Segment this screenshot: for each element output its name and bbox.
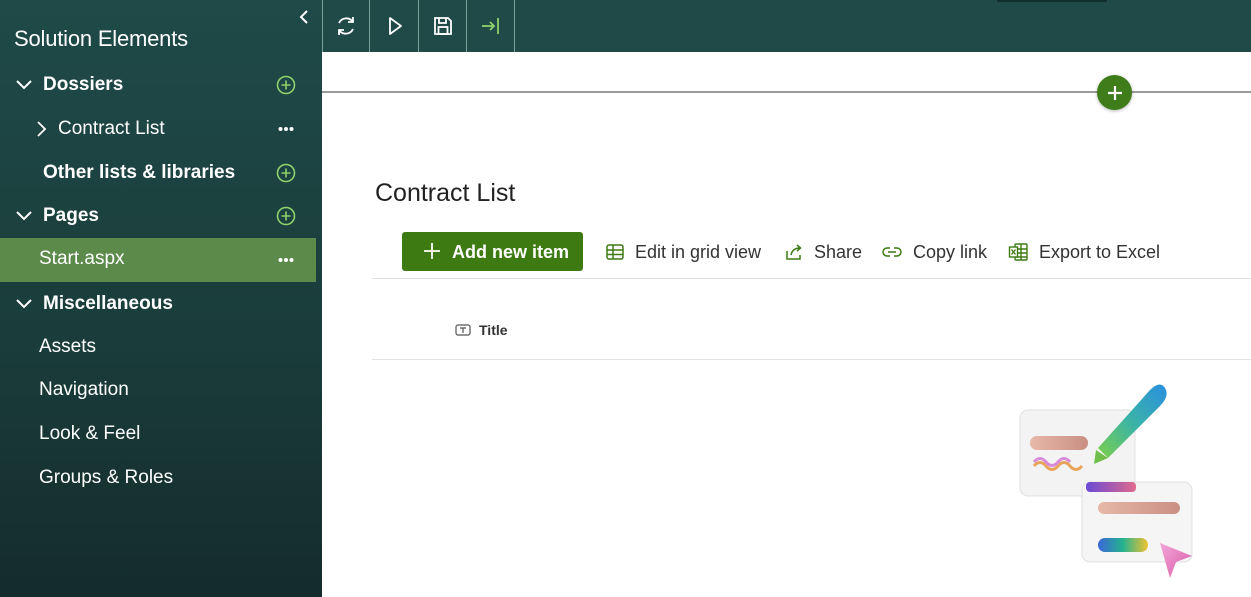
- refresh-button[interactable]: [322, 0, 370, 52]
- export-excel-button[interactable]: Export to Excel: [1008, 240, 1160, 264]
- add-dossier-button[interactable]: [274, 73, 298, 97]
- sidebar-group-other-lists[interactable]: Other lists & libraries: [0, 153, 316, 193]
- sidebar-item-label: Other lists & libraries: [43, 162, 236, 183]
- more-icon: [278, 258, 294, 262]
- sidebar-group-pages[interactable]: Pages: [0, 196, 316, 236]
- sidebar-item-navigation[interactable]: Navigation: [0, 370, 316, 410]
- sidebar-item-label: Dossiers: [43, 74, 124, 95]
- exit-icon: [481, 18, 499, 34]
- add-list-button[interactable]: [274, 161, 298, 185]
- chevron-down-icon[interactable]: [14, 294, 34, 314]
- preview-button[interactable]: [371, 0, 419, 52]
- collapse-sidebar-button[interactable]: [294, 6, 314, 28]
- add-circle-icon: [276, 206, 296, 226]
- sidebar-item-label: Miscellaneous: [43, 293, 173, 314]
- sidebar-title: Solution Elements: [14, 26, 188, 51]
- edit-grid-view-label: Edit in grid view: [635, 241, 762, 262]
- sidebar: Solution Elements Dossiers Contract List…: [0, 0, 322, 597]
- column-header-label: Title: [479, 322, 508, 338]
- refresh-icon: [338, 17, 354, 35]
- more-icon: [278, 127, 294, 131]
- share-button[interactable]: Share: [784, 240, 862, 264]
- command-bar-divider: [372, 278, 1251, 279]
- copy-link-button[interactable]: Copy link: [881, 240, 987, 264]
- add-new-item-button[interactable]: Add new item: [402, 232, 583, 271]
- sidebar-group-dossiers[interactable]: Dossiers: [0, 65, 316, 105]
- sidebar-item-start-aspx[interactable]: Start.aspx: [0, 238, 316, 282]
- grid-icon: [606, 244, 624, 260]
- sidebar-item-groups-roles[interactable]: Groups & Roles: [0, 458, 316, 498]
- sidebar-item-look-feel[interactable]: Look & Feel: [0, 414, 316, 454]
- sidebar-group-miscellaneous[interactable]: Miscellaneous: [0, 284, 316, 324]
- sidebar-item-label: Look & Feel: [39, 423, 141, 444]
- header-divider: [372, 359, 1251, 360]
- chevron-down-icon[interactable]: [14, 75, 34, 95]
- plus-icon: [1107, 85, 1122, 100]
- plus-icon: [424, 243, 440, 259]
- top-toolbar: [322, 0, 1251, 52]
- share-label: Share: [814, 241, 863, 262]
- sidebar-item-label: Groups & Roles: [39, 467, 174, 488]
- add-section-button[interactable]: [1097, 75, 1132, 110]
- copy-link-label: Copy link: [913, 241, 988, 262]
- save-button[interactable]: [419, 0, 467, 52]
- sidebar-item-contract-list[interactable]: Contract List: [0, 109, 316, 149]
- add-new-item-label: Add new item: [452, 242, 570, 262]
- sidebar-item-label: Navigation: [39, 379, 129, 400]
- export-excel-label: Export to Excel: [1039, 241, 1161, 262]
- sidebar-item-label: Contract List: [58, 118, 165, 139]
- add-page-button[interactable]: [274, 204, 298, 228]
- add-circle-icon: [276, 75, 296, 95]
- sidebar-item-assets[interactable]: Assets: [0, 327, 316, 367]
- exit-edit-button[interactable]: [467, 0, 515, 52]
- sidebar-item-label: Pages: [43, 205, 99, 226]
- add-circle-icon: [276, 163, 296, 183]
- save-icon: [433, 17, 452, 35]
- chevron-down-icon[interactable]: [14, 206, 34, 226]
- play-icon: [388, 17, 402, 35]
- list-title: Contract List: [375, 179, 516, 207]
- empty-list-illustration: [1019, 384, 1193, 578]
- toolbar-accent-line: [997, 0, 1107, 2]
- link-icon: [882, 247, 902, 257]
- share-icon: [786, 244, 802, 260]
- excel-icon: [1008, 243, 1028, 261]
- text-field-icon: [455, 324, 471, 336]
- edit-grid-view-button[interactable]: Edit in grid view: [605, 240, 761, 264]
- more-options-button[interactable]: [274, 117, 298, 141]
- chevron-right-icon[interactable]: [34, 119, 48, 139]
- sidebar-item-label: Start.aspx: [39, 248, 125, 269]
- column-header-title[interactable]: Title: [455, 322, 508, 338]
- chevron-left-icon: [299, 10, 308, 24]
- more-options-button[interactable]: [274, 248, 298, 272]
- sidebar-item-label: Assets: [39, 336, 97, 357]
